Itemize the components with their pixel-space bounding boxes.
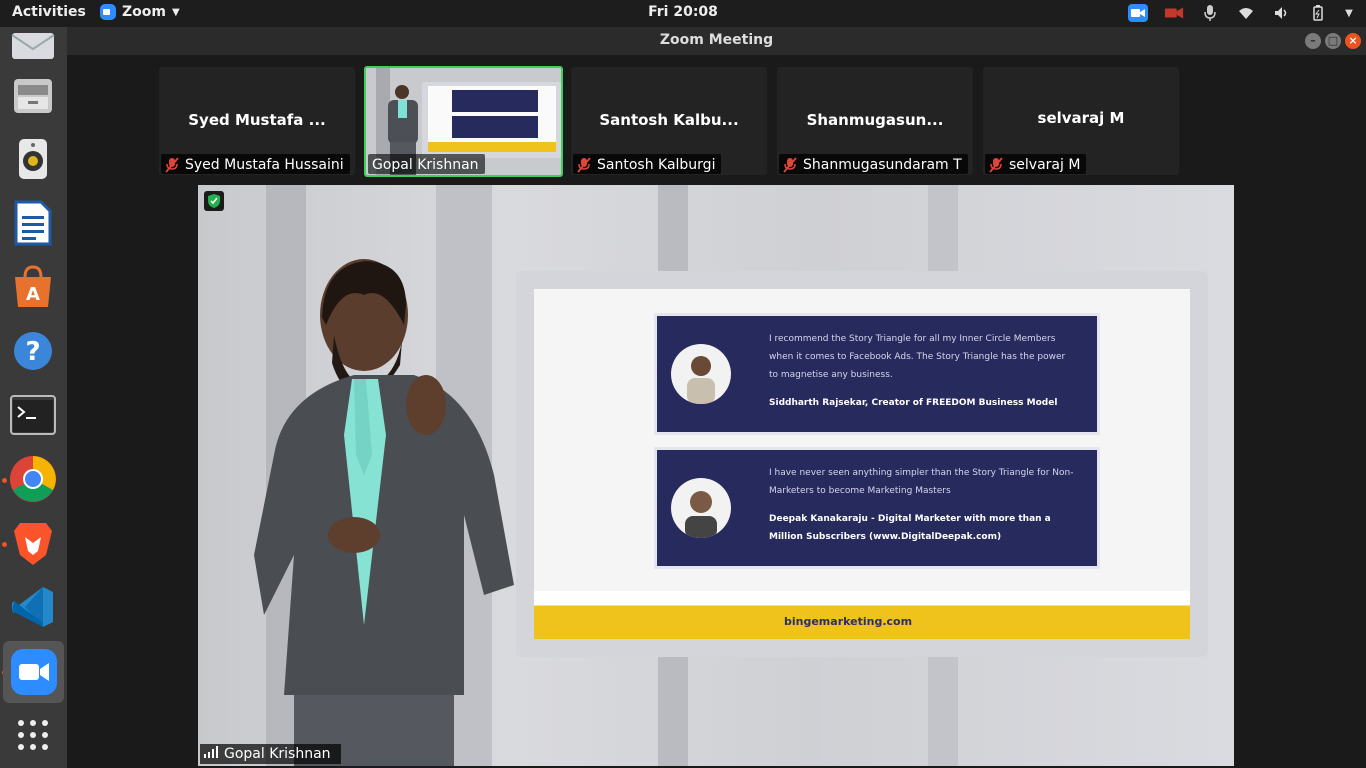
participant-tile[interactable]: Shanmugasun... Shanmugasundaram T <box>777 67 973 175</box>
testimonial-avatar <box>671 478 731 538</box>
participant-name: Gopal Krishnan <box>372 156 479 173</box>
wifi-icon[interactable] <box>1236 4 1256 22</box>
participant-name-label: Gopal Krishnan <box>368 154 485 174</box>
muted-mic-icon <box>165 156 179 173</box>
system-menu-chevron-icon[interactable]: ▼ <box>1344 4 1354 22</box>
gnome-top-bar: Activities Zoom ▼ Fri 20:08 ▼ <box>0 0 1366 27</box>
participant-name: Shanmugasundaram T <box>803 156 962 173</box>
meeting-view: Syed Mustafa ... Syed Mustafa Hussaini G… <box>67 55 1366 768</box>
participant-display-name: Shanmugasun... <box>806 111 944 129</box>
battery-icon[interactable] <box>1308 4 1328 22</box>
app-menu-label: Zoom <box>122 4 166 20</box>
testimonial-avatar <box>671 344 731 404</box>
maximize-button[interactable]: □ <box>1325 33 1341 49</box>
participant-tile[interactable]: selvaraj M selvaraj M <box>983 67 1179 175</box>
dock-files-icon[interactable] <box>8 71 58 121</box>
muted-mic-icon <box>783 156 797 173</box>
chevron-down-icon: ▼ <box>171 6 180 18</box>
dock-rhythmbox-icon[interactable] <box>8 134 58 184</box>
dock-zoom-icon[interactable] <box>3 641 64 703</box>
chrome-running-indicator <box>2 478 7 483</box>
window-title-bar[interactable]: Zoom Meeting – □ × <box>67 27 1366 55</box>
testimonial-author: Siddharth Rajsekar, Creator of FREEDOM B… <box>769 398 1058 408</box>
signal-strength-icon <box>204 746 218 762</box>
testimonial-quote: I recommend the Story Triangle for all m… <box>769 334 1066 380</box>
muted-mic-icon <box>577 156 591 173</box>
testimonial-author: Deepak Kanakaraju - Digital Marketer wit… <box>769 514 1051 542</box>
speaker-name: Gopal Krishnan <box>224 746 331 762</box>
presenter-figure <box>254 259 514 766</box>
dock-writer-icon[interactable] <box>8 198 58 248</box>
presentation-slide: I recommend the Story Triangle for all m… <box>516 271 1208 657</box>
system-tray: ▼ <box>1128 2 1354 24</box>
speaker-name-label: Gopal Krishnan <box>200 744 341 764</box>
muted-mic-icon <box>989 156 1003 173</box>
participant-name-label: Syed Mustafa Hussaini <box>161 154 350 174</box>
dock-chrome-icon[interactable] <box>8 454 58 504</box>
dock-vscode-icon[interactable] <box>8 582 58 632</box>
brave-running-indicator <box>2 542 7 547</box>
board-stand <box>822 657 838 766</box>
microphone-tray-icon[interactable] <box>1200 4 1220 22</box>
encryption-shield-icon[interactable] <box>204 191 224 211</box>
participant-name-label: Shanmugasundaram T <box>779 154 968 174</box>
participant-display-name: Santosh Kalbu... <box>599 111 739 129</box>
participant-name-label: selvaraj M <box>985 154 1087 174</box>
participant-display-name: Syed Mustafa ... <box>188 111 326 129</box>
zoom-app-icon <box>100 4 116 20</box>
dock-help-icon[interactable]: ? <box>8 326 58 376</box>
minimize-button[interactable]: – <box>1305 33 1321 49</box>
svg-text:A: A <box>26 284 40 305</box>
window-title: Zoom Meeting <box>659 32 774 48</box>
dock-software-center-icon[interactable]: A <box>8 262 58 312</box>
slide-footer: bingemarketing.com <box>534 591 1190 639</box>
dock-terminal-icon[interactable] <box>8 390 58 440</box>
participant-tile[interactable]: Santosh Kalbu... Santosh Kalburgi <box>571 67 767 175</box>
participant-display-name: selvaraj M <box>1037 109 1125 127</box>
testimonial-card: I recommend the Story Triangle for all m… <box>654 313 1100 435</box>
close-button[interactable]: × <box>1345 33 1361 49</box>
participant-tile-active-speaker[interactable]: Gopal Krishnan <box>364 66 563 177</box>
participant-name: Santosh Kalburgi <box>597 156 716 173</box>
participant-name-label: Santosh Kalburgi <box>573 154 722 174</box>
volume-icon[interactable] <box>1272 4 1292 22</box>
app-menu-zoom[interactable]: Zoom ▼ <box>100 4 180 20</box>
participant-tile[interactable]: Syed Mustafa ... Syed Mustafa Hussaini <box>159 67 355 175</box>
video-off-tray-icon[interactable] <box>1164 4 1184 22</box>
zoom-tray-icon[interactable] <box>1128 4 1148 22</box>
dock: A ? <box>0 27 67 768</box>
dock-mail-icon[interactable] <box>8 21 58 71</box>
show-applications-icon[interactable] <box>8 710 58 760</box>
participant-name: Syed Mustafa Hussaini <box>185 156 344 173</box>
participant-name: selvaraj M <box>1009 156 1081 173</box>
slide-footer-brand: bingemarketing.com <box>784 615 913 628</box>
activities-button[interactable]: Activities <box>12 4 86 20</box>
testimonial-quote: I have never seen anything simpler than … <box>769 468 1074 496</box>
testimonial-card: I have never seen anything simpler than … <box>654 447 1100 569</box>
active-speaker-video[interactable]: I recommend the Story Triangle for all m… <box>198 185 1234 766</box>
svg-text:?: ? <box>25 337 40 367</box>
dock-brave-icon[interactable] <box>8 518 58 568</box>
